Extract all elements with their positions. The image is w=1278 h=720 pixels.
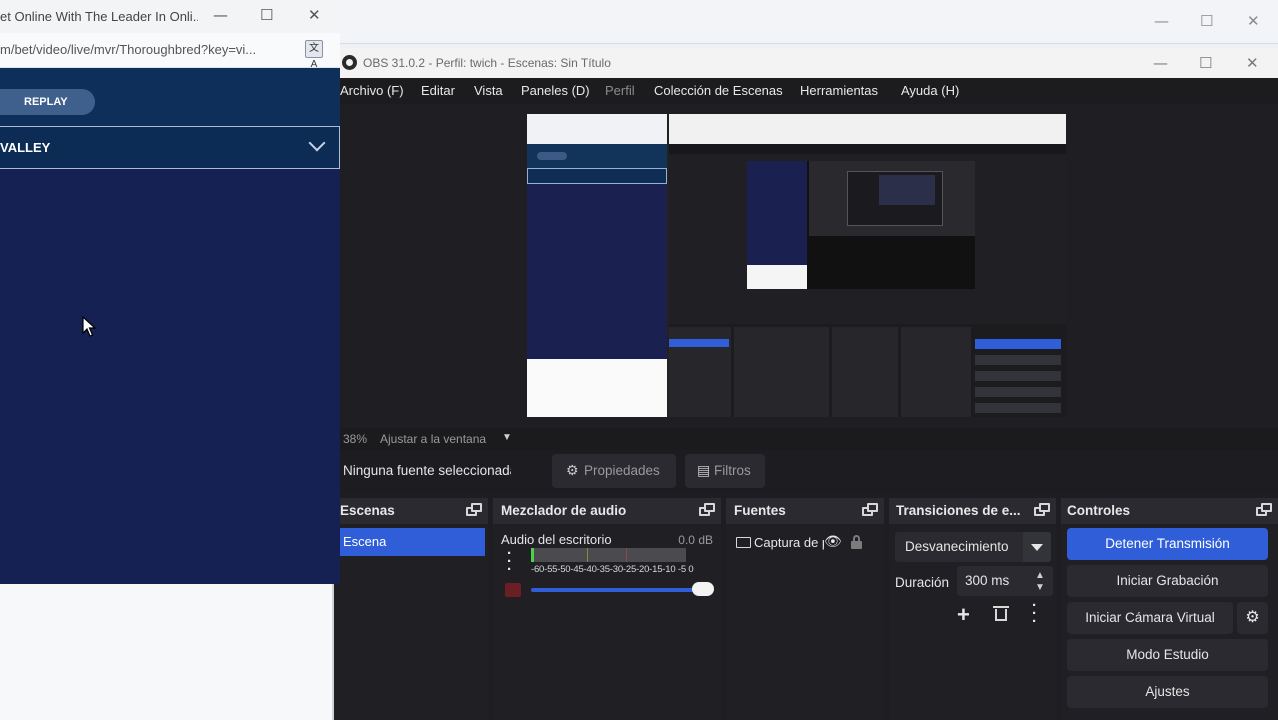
add-icon[interactable]: + [957,602,970,628]
address-bar[interactable]: m/bet/video/live/mvr/Thoroughbred?key=vi… [0,33,340,70]
sources-title: Fuentes [734,503,786,518]
menu-archivo[interactable]: Archivo (F) [340,83,404,98]
divider [330,43,1278,44]
zoom-bar: 38% Ajustar a la ventana ▼ [330,428,1278,450]
minimize-icon[interactable]: — [1153,54,1168,72]
menu-herramientas[interactable]: Herramientas [800,83,878,98]
volume-meter [531,548,686,562]
mute-speaker-icon[interactable] [505,583,521,597]
monitor-icon [736,537,751,548]
maximize-icon[interactable]: ☐ [1199,54,1212,72]
obs-window-title: OBS 31.0.2 - Perfil: twich - Escenas: Si… [363,56,611,70]
undock-icon[interactable] [466,503,482,517]
chevron-down-icon[interactable]: ▼ [502,432,512,443]
zoom-percent: 38% [343,432,368,446]
menu-vista[interactable]: Vista [474,83,503,98]
filters-button[interactable]: ▤ Filtros [685,454,765,488]
gear-icon[interactable]: ⚙ [1237,602,1268,634]
menu-coleccion-escenas[interactable]: Colección de Escenas [654,83,783,98]
controls-title: Controles [1067,503,1131,518]
undock-icon[interactable] [862,503,878,517]
minimize-icon[interactable]: — [213,6,228,24]
start-recording-button[interactable]: Iniciar Grabación [1067,565,1268,597]
transitions-dock: Transiciones de e... Desvanecimiento Dur… [889,498,1056,720]
translate-icon[interactable]: 文A [305,40,323,70]
obs-logo-icon [342,55,357,70]
more-options-icon[interactable]: · · · [507,546,512,577]
undock-icon[interactable] [1034,503,1050,517]
volume-slider-handle[interactable] [692,582,714,596]
start-virtual-camera-button[interactable]: Iniciar Cámara Virtual [1067,602,1233,634]
sources-dock: Fuentes Captura de pantalla 👁 [726,498,884,720]
url-text: m/bet/video/live/mvr/Thoroughbred?key=vi… [0,42,257,57]
duration-spinbox[interactable]: 300 ms ▲ ▼ [957,566,1053,596]
meter-scale: -60-55-50-45-40-35-30-25-20-15-10 -5 0 [531,564,694,575]
stop-streaming-button[interactable]: Detener Transmisión [1067,528,1268,560]
mixer-title: Mezclador de audio [501,503,627,518]
maximize-icon[interactable]: ☐ [1200,12,1213,30]
filter-icon: ▤ [697,462,711,478]
studio-mode-button[interactable]: Modo Estudio [1067,639,1268,671]
preview-obs-capture [669,114,1066,417]
properties-button[interactable]: ⚙ Propiedades [552,454,676,488]
scene-item[interactable]: Escena [334,528,485,556]
mixer-channel-name: Audio del escritorio [501,532,612,547]
desktop-background [0,584,333,720]
source-toolbar: Ninguna fuente seleccionada ⚙ Propiedade… [330,450,1278,492]
preview-canvas [527,114,1066,417]
scenes-dock: Escenas Escena [330,498,488,720]
chevron-down-icon [308,134,326,152]
browser-tab-title: et Online With The Leader In Onli... [0,9,198,24]
background-window-titlebar: — ☐ ✕ [330,0,1278,44]
close-icon[interactable]: ✕ [1247,12,1260,30]
menu-paneles[interactable]: Paneles (D) [521,83,590,98]
close-icon[interactable]: ✕ [308,6,321,24]
controls-dock: Controles Detener Transmisión Iniciar Gr… [1061,498,1278,720]
mouse-cursor-icon [82,316,96,337]
source-item[interactable]: Captura de pantalla 👁 [736,533,866,554]
maximize-icon[interactable]: ☐ [260,6,273,24]
menu-bar: Archivo (F) Editar Vista Paneles (D) Per… [330,78,1278,104]
more-options-icon[interactable]: · · · [1032,598,1037,629]
duration-label: Duración [895,575,950,590]
chevron-down-icon[interactable]: ▼ [1035,582,1045,593]
replay-button[interactable]: REPLAY [0,89,95,115]
divider [332,584,334,720]
preview-area[interactable] [330,104,1278,428]
menu-ayuda[interactable]: Ayuda (H) [901,83,959,98]
chevron-up-icon[interactable]: ▲ [1035,570,1045,581]
browser-titlebar: et Online With The Leader In Onli... — ☐… [0,0,340,33]
preview-browser-capture [527,114,667,417]
venue-dropdown[interactable]: VALLEY [0,126,340,169]
source-status: Ninguna fuente seleccionada [343,463,511,478]
transition-select[interactable]: Desvanecimiento [895,532,1051,562]
close-icon[interactable]: ✕ [1246,54,1259,72]
undock-icon[interactable] [699,503,715,517]
browser-window: et Online With The Leader In Onli... — ☐… [0,0,340,584]
gear-icon: ⚙ [566,462,579,478]
obs-titlebar: OBS 31.0.2 - Perfil: twich - Escenas: Si… [330,48,1278,78]
menu-perfil[interactable]: Perfil [605,83,635,98]
mixer-level: 0.0 dB [678,533,713,547]
obs-window: OBS 31.0.2 - Perfil: twich - Escenas: Si… [330,48,1278,720]
transitions-title: Transiciones de e... [896,503,1021,518]
audio-mixer-dock: Mezclador de audio Audio del escritorio … [493,498,721,720]
lock-icon[interactable] [851,535,862,549]
chevron-down-icon[interactable] [1023,532,1051,562]
menu-editar[interactable]: Editar [421,83,455,98]
trash-icon[interactable] [993,604,1009,622]
minimize-icon[interactable]: — [1154,12,1169,30]
eye-icon[interactable]: 👁 [824,533,842,550]
scenes-title: Escenas [340,503,395,518]
settings-button[interactable]: Ajustes [1067,676,1268,708]
undock-icon[interactable] [1256,503,1272,517]
volume-slider[interactable] [531,588,713,592]
zoom-mode-select[interactable]: Ajustar a la ventana [380,432,486,446]
